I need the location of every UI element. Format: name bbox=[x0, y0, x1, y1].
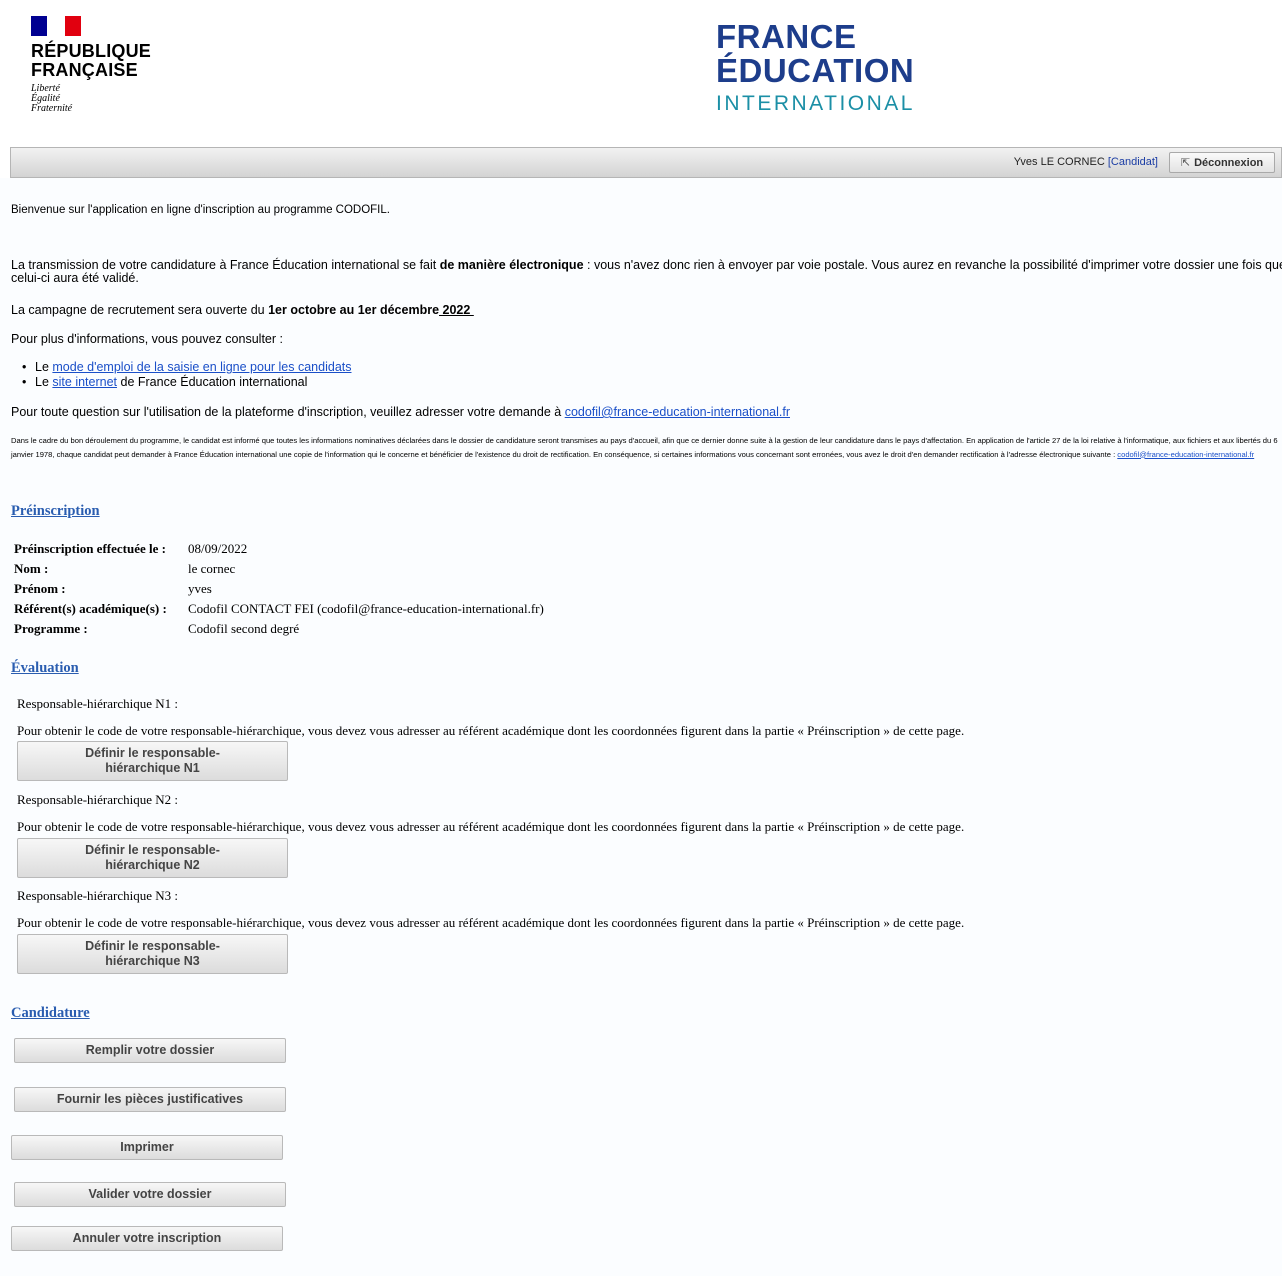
bullet-marker: • bbox=[22, 360, 27, 374]
user-role: [Candidat] bbox=[1107, 156, 1158, 168]
header: RÉPUBLIQUE FRANÇAISE Liberté Égalité Fra… bbox=[0, 0, 1282, 145]
evaluation-title: Évaluation bbox=[11, 660, 79, 676]
valider-dossier-button[interactable]: Valider votre dossier bbox=[14, 1182, 286, 1207]
external-link-icon: ⇱ bbox=[1180, 157, 1191, 169]
legal-notice: Dans le cadre du bon déroulement du prog… bbox=[11, 434, 1279, 461]
campaign-year: 2022 bbox=[439, 303, 474, 317]
france-education-international-logo: FRANCE ÉDUCATION INTERNATIONAL bbox=[716, 20, 915, 116]
remplir-dossier-button[interactable]: Remplir votre dossier bbox=[14, 1038, 286, 1063]
prenom-value: yves bbox=[188, 581, 212, 596]
fei-logo-line1: FRANCE bbox=[716, 18, 857, 55]
responsable-n1-label: Responsable-hiérarchique N1 : bbox=[17, 696, 179, 711]
rf-name: RÉPUBLIQUE FRANÇAISE bbox=[31, 42, 151, 80]
fournir-pieces-button[interactable]: Fournir les pièces justificatives bbox=[14, 1087, 286, 1112]
bullet1-pre: Le bbox=[35, 360, 53, 374]
bullet-marker: • bbox=[22, 375, 27, 389]
campaign-text: La campagne de recrutement sera ouverte … bbox=[11, 304, 474, 317]
responsable-n1-info: Pour obtenir le code de votre responsabl… bbox=[17, 723, 965, 738]
bullet2-pre: Le bbox=[35, 375, 53, 389]
nom-value: le cornec bbox=[188, 561, 236, 576]
motto-fraternite: Fraternité bbox=[31, 103, 73, 114]
logout-label: Déconnexion bbox=[1194, 156, 1264, 169]
imprimer-button[interactable]: Imprimer bbox=[11, 1135, 283, 1160]
candidature-title: Candidature bbox=[11, 1005, 90, 1021]
transmission-pre: La transmission de votre candidature à F… bbox=[11, 258, 440, 272]
logout-button[interactable]: ⇱ Déconnexion bbox=[1169, 152, 1275, 173]
transmission-bold: de manière électronique bbox=[439, 258, 584, 272]
responsable-n2-label: Responsable-hiérarchique N2 : bbox=[17, 792, 179, 807]
bullet2-post: de France Éducation international bbox=[117, 375, 308, 389]
responsable-n3-label: Responsable-hiérarchique N3 : bbox=[17, 888, 179, 903]
preinscription-date-label: Préinscription effectuée le : bbox=[14, 541, 166, 556]
define-responsable-n3-button[interactable]: Définir le responsable-hiérarchique N3 bbox=[17, 934, 288, 974]
define-responsable-n2-button[interactable]: Définir le responsable-hiérarchique N2 bbox=[17, 838, 288, 878]
preinscription-row: Prénom : yves bbox=[14, 579, 544, 599]
main-content: Bienvenue sur l'application en ligne d'i… bbox=[0, 178, 1282, 1276]
bullet-mode-emploi: • Le mode d'emploi de la saisie en ligne … bbox=[22, 360, 352, 374]
question-pre: Pour toute question sur l'utilisation de… bbox=[11, 405, 565, 419]
bullet-site-internet: • Le site internet de France Éducation in… bbox=[22, 375, 308, 389]
rf-motto: Liberté Égalité Fraternité bbox=[31, 84, 151, 114]
preinscription-row: Préinscription effectuée le : 08/09/2022 bbox=[14, 539, 544, 559]
mode-emploi-link[interactable]: mode d'emploi de la saisie en ligne pour… bbox=[52, 360, 351, 374]
republique-francaise-logo: RÉPUBLIQUE FRANÇAISE Liberté Égalité Fra… bbox=[31, 16, 151, 114]
define-responsable-n1-button[interactable]: Définir le responsable-hiérarchique N1 bbox=[17, 741, 288, 781]
legal-email-link[interactable]: codofil@france-education-international.f… bbox=[1117, 450, 1254, 459]
codofil-email-link[interactable]: codofil@france-education-international.f… bbox=[565, 405, 790, 419]
legal-text: Dans le cadre du bon déroulement du prog… bbox=[11, 436, 1278, 459]
site-internet-link[interactable]: site internet bbox=[52, 375, 117, 389]
programme-value: Codofil second degré bbox=[188, 621, 300, 636]
preinscription-row: Nom : le cornec bbox=[14, 559, 544, 579]
french-flag-icon bbox=[31, 16, 81, 36]
campaign-dates: 1er octobre au 1er décembre bbox=[268, 303, 440, 317]
preinscription-row: Programme : Codofil second degré bbox=[14, 619, 544, 639]
campaign-pre: La campagne de recrutement sera ouverte … bbox=[11, 303, 269, 317]
user-info: Yves LE CORNEC [Candidat] bbox=[1014, 156, 1158, 168]
annuler-inscription-button[interactable]: Annuler votre inscription bbox=[11, 1226, 283, 1251]
welcome-text: Bienvenue sur l'application en ligne d'i… bbox=[11, 204, 390, 216]
user-name: Yves LE CORNEC bbox=[1013, 156, 1105, 168]
rf-name-line2: FRANÇAISE bbox=[31, 60, 138, 80]
responsable-n3-info: Pour obtenir le code de votre responsabl… bbox=[17, 915, 965, 930]
responsable-n2-info: Pour obtenir le code de votre responsabl… bbox=[17, 819, 965, 834]
question-text: Pour toute question sur l'utilisation de… bbox=[11, 406, 790, 419]
preinscription-date-value: 08/09/2022 bbox=[188, 541, 248, 556]
rf-name-line1: RÉPUBLIQUE bbox=[31, 41, 152, 61]
nom-label: Nom : bbox=[14, 561, 49, 576]
fei-logo-line2: ÉDUCATION bbox=[716, 52, 915, 89]
programme-label: Programme : bbox=[14, 621, 88, 636]
prenom-label: Prénom : bbox=[14, 581, 66, 596]
transmission-text: La transmission de votre candidature à F… bbox=[11, 259, 1282, 285]
top-toolbar: Yves LE CORNEC [Candidat] ⇱ Déconnexion bbox=[10, 147, 1282, 178]
preinscription-title: Préinscription bbox=[11, 503, 100, 519]
preinscription-table: Préinscription effectuée le :08/09/2022 … bbox=[14, 539, 544, 639]
referent-label: Référent(s) académique(s) : bbox=[14, 601, 167, 616]
more-info-text: Pour plus d'informations, vous pouvez co… bbox=[11, 332, 283, 346]
fei-logo-line3: INTERNATIONAL bbox=[716, 92, 915, 115]
preinscription-row: Référent(s) académique(s) : Codofil CONTA… bbox=[14, 599, 544, 619]
referent-value: Codofil CONTACT FEI (codofil@france-educ… bbox=[188, 601, 544, 616]
